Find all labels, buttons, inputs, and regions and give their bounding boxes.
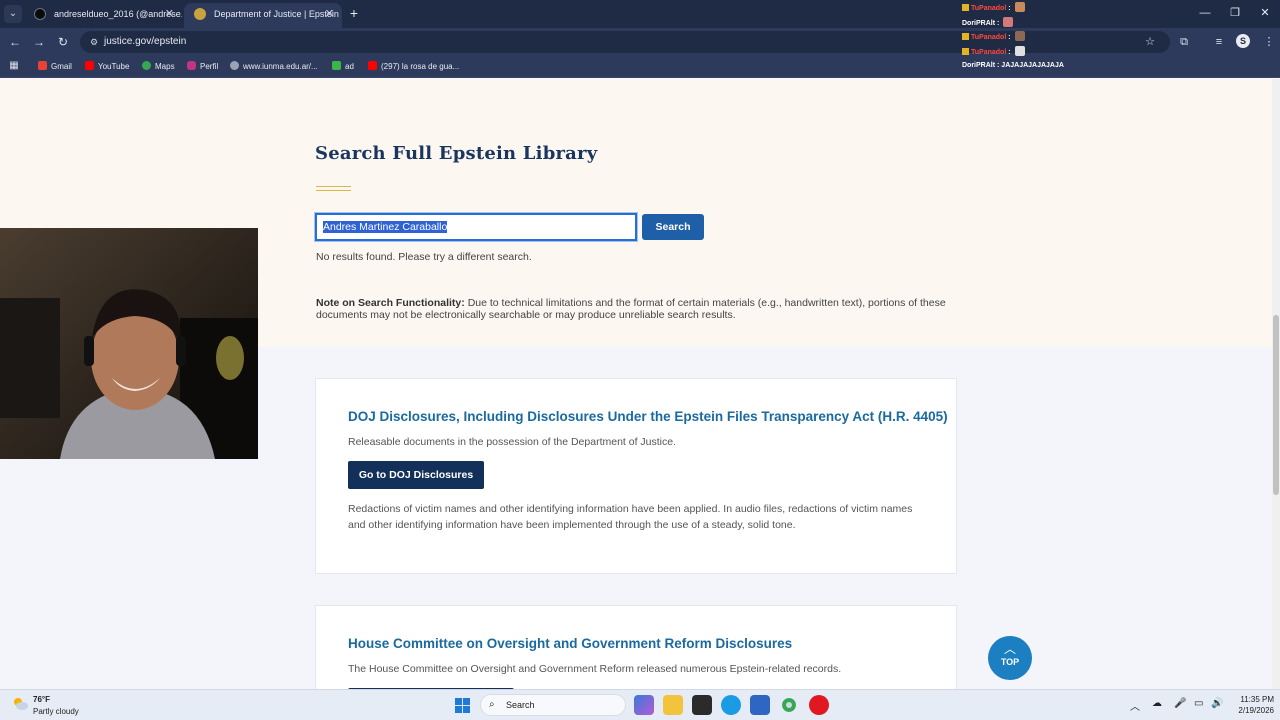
youtube-icon (85, 61, 94, 70)
emote-icon (1014, 31, 1025, 41)
bookmark-youtube-video[interactable]: (297) la rosa de gua... (368, 59, 459, 75)
bookmark-gmail[interactable]: Gmail (38, 59, 72, 75)
network-icon[interactable]: ▭ (1194, 698, 1203, 709)
webcam-feed-image (0, 228, 258, 459)
title-underline (316, 186, 351, 191)
media-controls-icon[interactable]: ≡ (1210, 33, 1228, 51)
page-scrollbar[interactable] (1272, 79, 1280, 689)
file-explorer-icon[interactable] (663, 695, 683, 715)
doj-disclosures-card: DOJ Disclosures, Including Disclosures U… (315, 378, 957, 574)
search-title: Search Full Epstein Library (315, 143, 598, 164)
site-info-icon[interactable]: ⚙ (88, 36, 100, 48)
extensions-icon[interactable]: ⧉ (1175, 33, 1193, 51)
minimize-icon[interactable]: — (1190, 4, 1220, 22)
emote-icon (1014, 45, 1025, 56)
bookmark-youtube[interactable]: YouTube (85, 59, 129, 75)
chat-message: TuPanadol : (962, 2, 1162, 17)
chat-message: DoriPRAlt : (962, 16, 1162, 32)
webcam-overlay (0, 228, 258, 459)
search-input[interactable]: Andres Martinez Caraballo (315, 213, 637, 241)
search-button[interactable]: Search (642, 214, 704, 240)
chat-badge-icon (962, 47, 969, 55)
card-body: Redactions of victim names and other ide… (348, 503, 913, 531)
search-icon: ⌕ (489, 699, 495, 710)
edge-icon[interactable] (721, 695, 741, 715)
partly-cloudy-icon[interactable] (12, 697, 28, 711)
tiktok-favicon-icon (34, 8, 46, 20)
restore-icon[interactable]: ❐ (1220, 4, 1250, 22)
bookmark-ad[interactable]: ad (332, 59, 354, 75)
back-to-top-button[interactable]: ︿ TOP (988, 636, 1032, 680)
doj-favicon-icon (194, 8, 206, 20)
youtube-icon (368, 61, 377, 70)
close-window-icon[interactable]: ✕ (1250, 4, 1280, 22)
weather-description[interactable]: Partly cloudy (33, 707, 79, 716)
more-menu-icon[interactable]: ⋮ (1260, 33, 1278, 51)
search-note: Note on Search Functionality: Due to tec… (316, 297, 946, 321)
tab-search-menu-icon[interactable]: ⌄ (4, 5, 22, 23)
ad-icon (332, 61, 341, 70)
bookmark-maps[interactable]: Maps (142, 59, 175, 75)
weather-temperature[interactable]: 76°F (33, 695, 50, 704)
tab-tiktok[interactable]: andreseldueo_2016 (@andrese... ✕ (24, 3, 182, 28)
card-subtitle: Releasable documents in the possession o… (348, 436, 677, 448)
tab-doj-epstein[interactable]: Department of Justice | Epstein ✕ (184, 3, 342, 28)
chat-message: DoriPRAlt : JAJAJAJAJAJAJA (962, 62, 1064, 69)
close-tab-icon[interactable]: ✕ (325, 3, 334, 25)
onedrive-icon[interactable]: ☁ (1152, 698, 1162, 709)
taskbar-clock[interactable]: 11:35 PM 2/19/2026 (1228, 694, 1274, 716)
microphone-icon[interactable]: 🎤 (1174, 698, 1186, 709)
copilot-icon[interactable] (634, 695, 654, 715)
volume-icon[interactable]: 🔊 (1211, 698, 1223, 709)
house-committee-card: House Committee on Oversight and Governm… (315, 605, 957, 689)
bookmark-perfil[interactable]: Perfil (187, 59, 218, 75)
emote-icon (1014, 2, 1025, 12)
emote-icon (1003, 16, 1014, 27)
chrome-icon[interactable] (779, 695, 799, 715)
microsoft-store-icon[interactable] (692, 695, 712, 715)
instagram-icon (187, 61, 196, 70)
windows-start-icon[interactable] (455, 698, 470, 713)
go-to-doj-disclosures-button[interactable]: Go to DOJ Disclosures (348, 461, 484, 489)
tab-title: Department of Justice | Epstein (214, 9, 339, 19)
close-tab-icon[interactable]: ✕ (165, 3, 174, 25)
tab-title: andreseldueo_2016 (@andrese... (54, 9, 182, 19)
new-tab-icon[interactable]: + (346, 5, 362, 21)
gmail-icon (38, 61, 47, 70)
chat-badge-icon (962, 33, 969, 40)
apps-grid-icon[interactable]: ▦ (8, 60, 20, 72)
reload-icon[interactable]: ↻ (54, 33, 72, 51)
stream-chat-overlay: TuPanadol : DoriPRAlt : TuPanadol : TuPa… (962, 2, 1162, 75)
profile-avatar[interactable]: S (1236, 34, 1250, 48)
card-subtitle: The House Committee on Oversight and Gov… (348, 663, 842, 675)
back-icon[interactable]: ← (6, 33, 24, 51)
scrollbar-thumb[interactable] (1273, 315, 1279, 495)
mail-icon[interactable] (750, 695, 770, 715)
chat-badge-icon (962, 4, 969, 11)
url-text: justice.gov/epstein (104, 36, 187, 47)
opera-icon[interactable] (809, 695, 829, 715)
card-title[interactable]: House Committee on Oversight and Governm… (348, 636, 792, 651)
chat-message: TuPanadol : (962, 31, 1162, 46)
show-hidden-icons-chevron-icon[interactable]: ︿ (1130, 698, 1140, 713)
globe-icon (230, 61, 239, 70)
card-title[interactable]: DOJ Disclosures, Including Disclosures U… (348, 409, 948, 424)
taskbar-search[interactable]: ⌕ Search (480, 694, 626, 716)
no-results-message: No results found. Please try a different… (316, 251, 532, 263)
bookmark-iunma[interactable]: www.iunma.edu.ar/... (230, 59, 318, 75)
windows-taskbar: 76°F Partly cloudy ⌕ Search ︿ ☁ 🎤 ▭ 🔊 11… (0, 689, 1280, 720)
chat-message: TuPanadol : (962, 45, 1162, 61)
chevron-up-icon: ︿ (1003, 642, 1016, 656)
forward-icon[interactable]: → (30, 33, 48, 51)
maps-icon (142, 61, 151, 70)
